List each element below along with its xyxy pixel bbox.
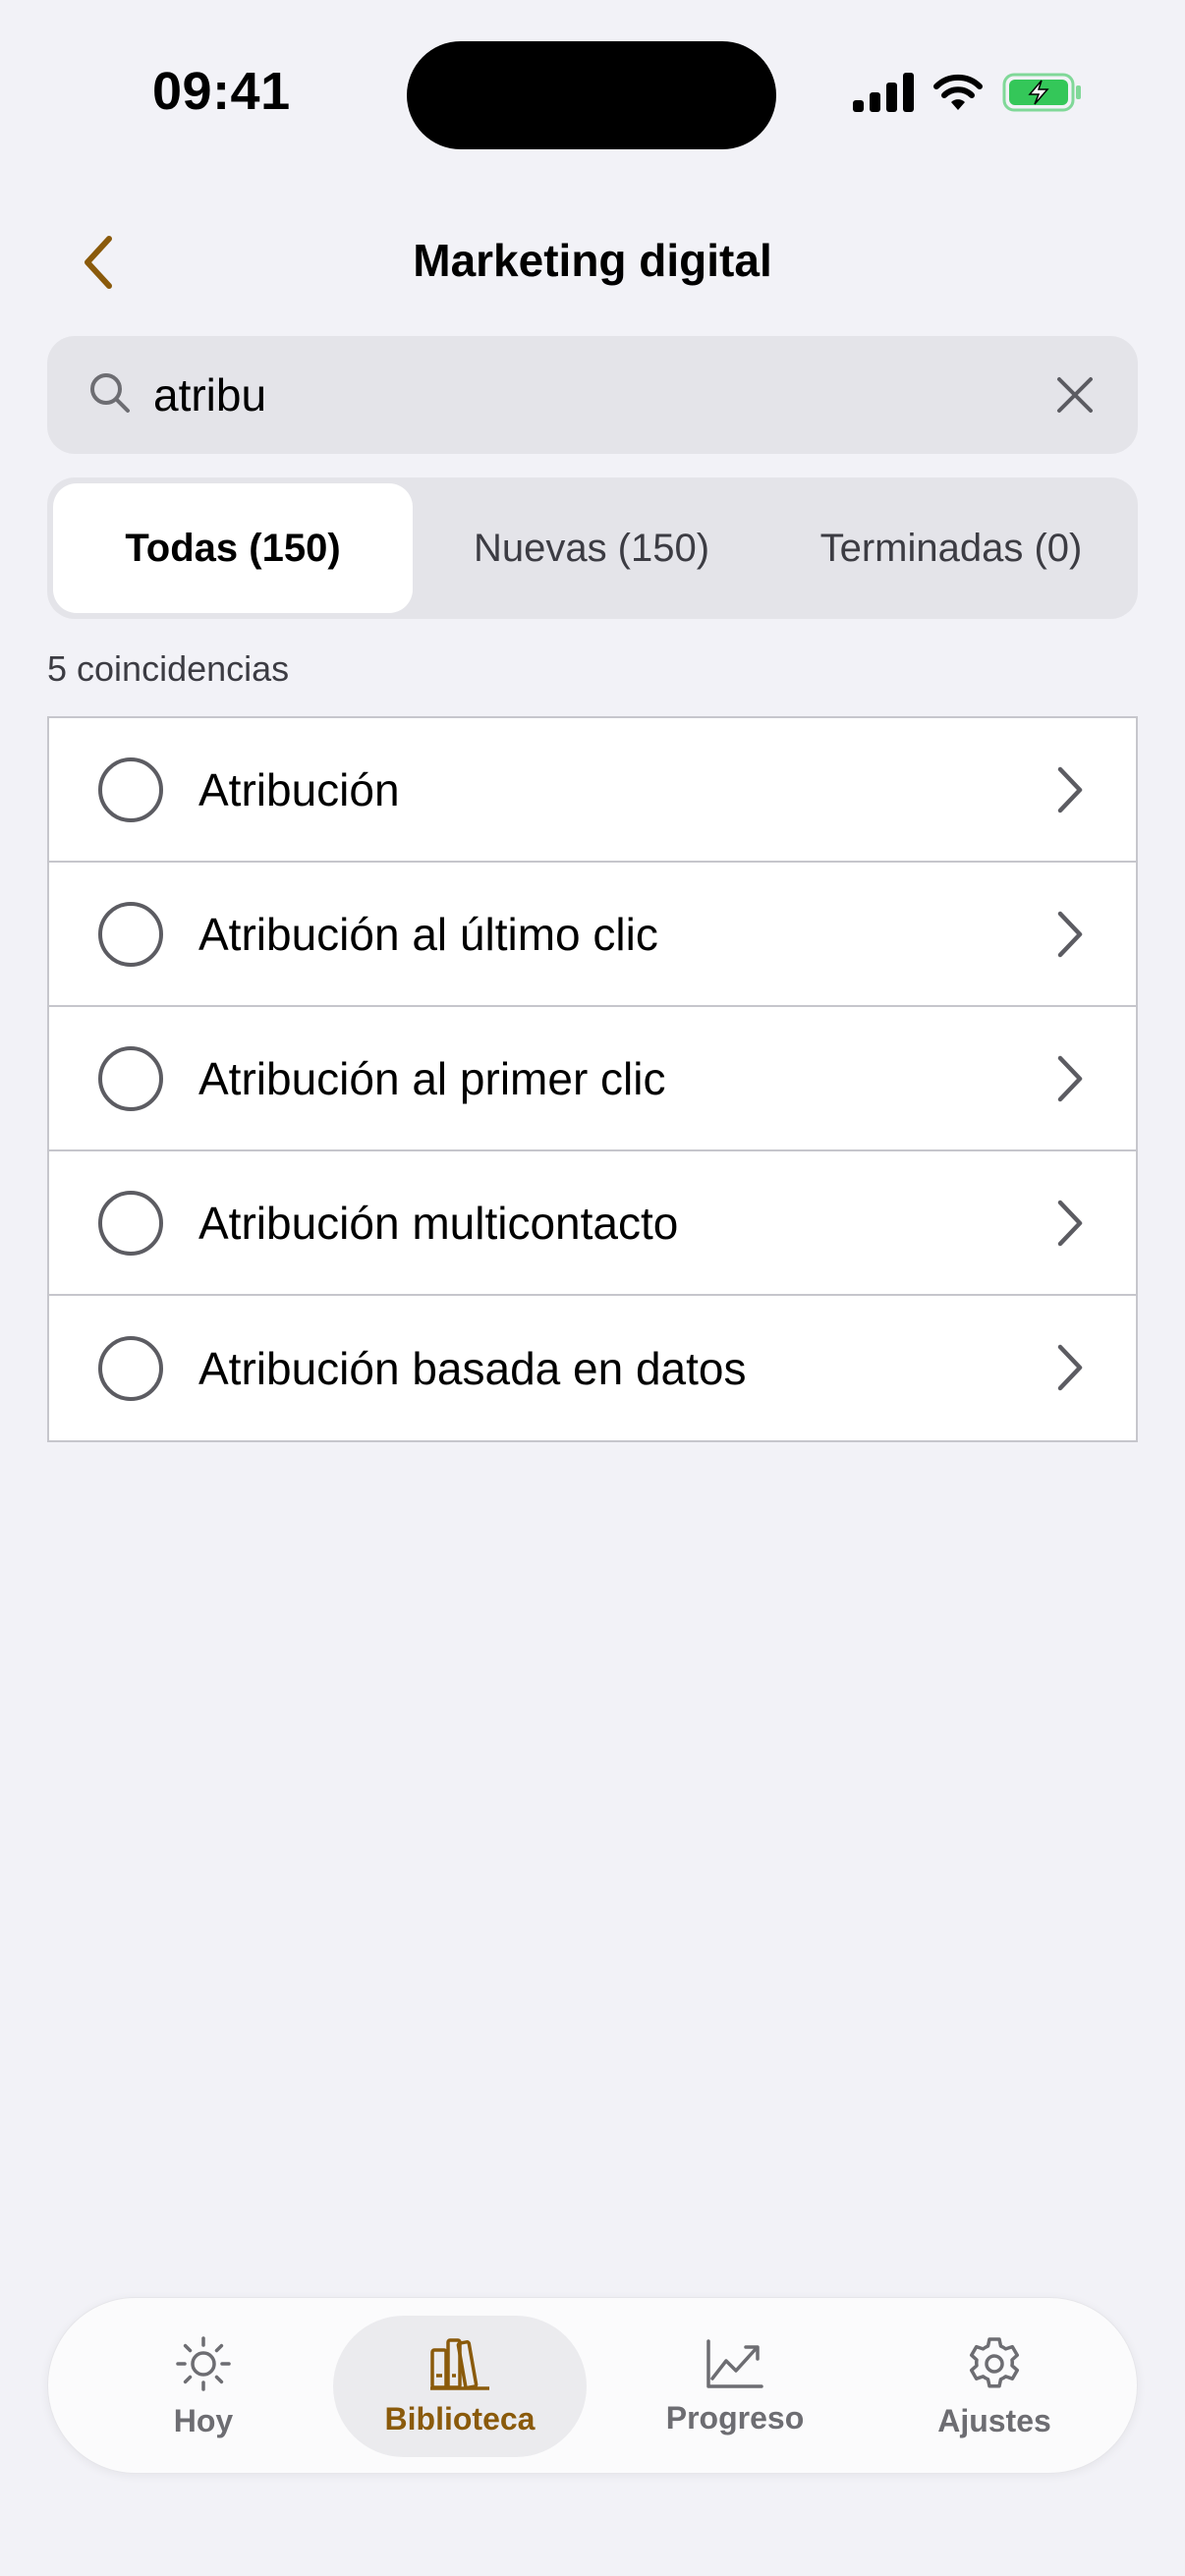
battery-charging-icon — [1002, 73, 1081, 112]
list-item-label: Atribución al primer clic — [198, 1052, 666, 1104]
segment-nuevas[interactable]: Nuevas (150) — [413, 483, 770, 613]
page-title: Marketing digital — [413, 235, 772, 286]
search-input[interactable] — [153, 364, 1038, 426]
segment-todas[interactable]: Todas (150) — [53, 483, 413, 613]
status-bar: 09:41 — [0, 0, 1185, 187]
cellular-signal-icon — [853, 73, 914, 112]
clear-search-button[interactable] — [1045, 365, 1104, 424]
chevron-right-icon — [1057, 1344, 1083, 1391]
tab-label: Biblioteca — [384, 2400, 536, 2436]
list-item[interactable]: Atribución — [49, 718, 1136, 863]
search-bar[interactable] — [47, 336, 1138, 454]
status-icons — [853, 73, 1083, 112]
status-time: 09:41 — [152, 62, 291, 121]
match-count: 5 coincidencias — [47, 648, 290, 689]
results-list: Atribución Atribución al último clic Atr… — [47, 716, 1138, 1442]
list-item-label: Atribución basada en datos — [198, 1342, 747, 1394]
list-item[interactable]: Atribución multicontacto — [49, 1151, 1136, 1296]
chart-icon — [706, 2338, 763, 2388]
dynamic-island — [407, 41, 776, 149]
chevron-right-icon — [1057, 766, 1083, 813]
list-item[interactable]: Atribución al último clic — [49, 863, 1136, 1007]
chevron-right-icon — [1057, 911, 1083, 958]
wifi-icon — [933, 74, 983, 110]
segment-terminadas[interactable]: Terminadas (0) — [770, 483, 1132, 613]
chevron-right-icon — [1057, 1055, 1083, 1102]
list-item[interactable]: Atribución basada en datos — [49, 1296, 1136, 1440]
list-item-label: Atribución multicontacto — [198, 1197, 679, 1249]
tab-hoy[interactable]: Hoy — [87, 2316, 319, 2457]
radio-circle[interactable] — [98, 756, 163, 822]
tab-progreso[interactable]: Progreso — [612, 2316, 858, 2457]
list-item[interactable]: Atribución al primer clic — [49, 1007, 1136, 1151]
tab-label: Progreso — [665, 2399, 805, 2436]
tab-label: Ajustes — [937, 2402, 1051, 2438]
gear-icon — [969, 2336, 1020, 2388]
radio-circle[interactable] — [98, 901, 163, 967]
close-icon — [1057, 377, 1093, 413]
tab-label: Hoy — [173, 2402, 234, 2438]
radio-circle[interactable] — [98, 1335, 163, 1401]
chevron-right-icon — [1057, 1200, 1083, 1247]
radio-circle[interactable] — [98, 1190, 163, 1256]
filter-segmented-control: Todas (150) Nuevas (150) Terminadas (0) — [47, 477, 1138, 619]
sun-icon — [176, 2335, 231, 2391]
search-icon — [90, 373, 130, 413]
tab-ajustes[interactable]: Ajustes — [881, 2316, 1107, 2457]
books-icon — [430, 2337, 489, 2390]
radio-circle[interactable] — [98, 1045, 163, 1111]
tab-bar: Hoy Biblioteca Progreso Ajustes — [47, 2297, 1138, 2474]
list-item-label: Atribución — [198, 763, 400, 815]
navigation-bar: Marketing digital — [0, 216, 1185, 305]
list-item-label: Atribución al último clic — [198, 908, 658, 960]
tab-biblioteca[interactable]: Biblioteca — [333, 2316, 587, 2457]
